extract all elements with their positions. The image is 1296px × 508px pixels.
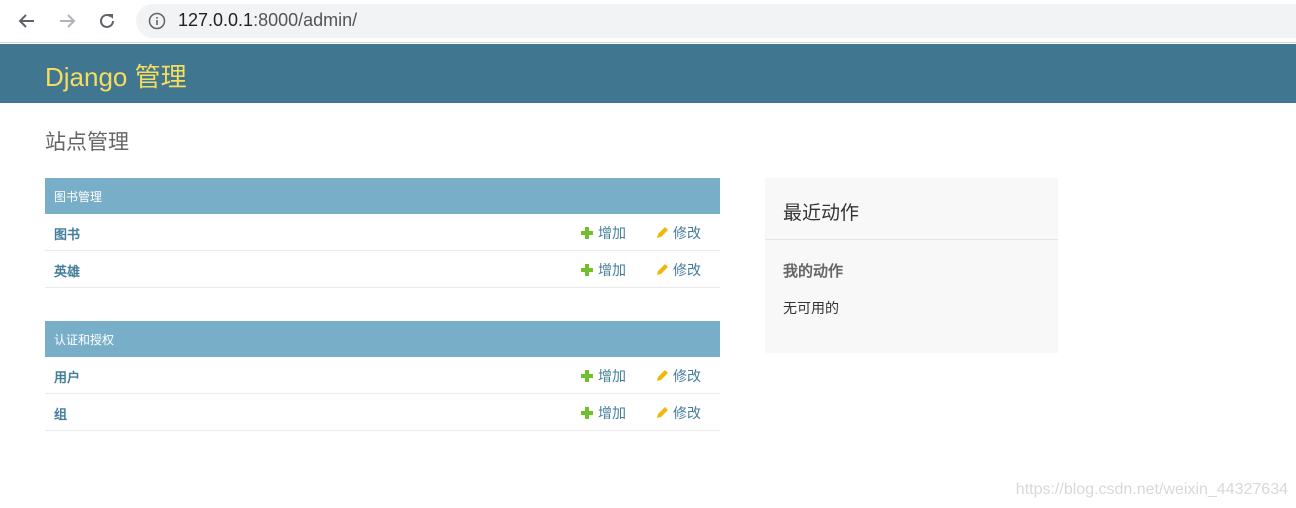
change-link[interactable]: 修改: [655, 403, 701, 423]
back-arrow-icon: [18, 14, 34, 28]
model-link[interactable]: 用户: [54, 367, 80, 386]
change-link[interactable]: 修改: [655, 223, 701, 243]
add-link[interactable]: 增加: [580, 260, 626, 280]
pencil-icon: [657, 370, 668, 381]
info-icon[interactable]: [148, 12, 166, 30]
watermark: https://blog.csdn.net/weixin_44327634: [1015, 481, 1288, 498]
admin-header: Django 管理: [0, 44, 1296, 103]
pencil-icon: [657, 264, 668, 275]
add-label: 增加: [598, 263, 626, 279]
address-bar[interactable]: 127.0.0.1:8000/admin/: [136, 4, 1296, 38]
change-label: 修改: [673, 406, 701, 422]
change-label: 修改: [673, 226, 701, 242]
plus-icon: [581, 407, 593, 419]
add-link[interactable]: 增加: [580, 403, 626, 423]
no-actions-text: 无可用的: [783, 301, 839, 317]
app-module-auth: 认证和授权 用户 增加 修改 组 增加 修改: [45, 321, 720, 431]
model-row: 图书 增加 修改: [45, 214, 720, 251]
model-row: 组 增加 修改: [45, 394, 720, 431]
plus-icon: [581, 264, 593, 276]
reload-icon: [100, 13, 114, 28]
add-label: 增加: [598, 369, 626, 385]
add-link[interactable]: 增加: [580, 366, 626, 386]
add-link[interactable]: 增加: [580, 223, 626, 243]
change-label: 修改: [673, 263, 701, 279]
plus-icon: [581, 370, 593, 382]
url-path: :8000/admin/: [253, 10, 358, 30]
plus-icon: [581, 227, 593, 239]
recent-actions-panel: 最近动作 我的动作 无可用的: [765, 178, 1058, 353]
module-caption[interactable]: 图书管理: [45, 178, 720, 214]
back-button[interactable]: [14, 8, 40, 34]
url-text: 127.0.0.1:8000/admin/: [178, 10, 357, 31]
add-label: 增加: [598, 226, 626, 242]
change-label: 修改: [673, 369, 701, 385]
change-link[interactable]: 修改: [655, 366, 701, 386]
recent-actions-title: 最近动作: [765, 178, 1058, 240]
model-link[interactable]: 图书: [54, 224, 80, 243]
reload-button[interactable]: [94, 8, 120, 34]
url-host: 127.0.0.1: [178, 10, 254, 30]
model-row: 用户 增加 修改: [45, 357, 720, 394]
app-module-books: 图书管理 图书 增加 修改 英雄 增加 修改: [45, 178, 720, 288]
pencil-icon: [657, 227, 668, 238]
model-link[interactable]: 英雄: [54, 261, 80, 280]
change-link[interactable]: 修改: [655, 260, 701, 280]
forward-button[interactable]: [54, 8, 80, 34]
site-branding[interactable]: Django 管理: [45, 57, 187, 94]
pencil-icon: [657, 407, 668, 418]
my-actions-heading: 我的动作: [783, 262, 844, 280]
model-row: 英雄 增加 修改: [45, 251, 720, 288]
browser-toolbar: 127.0.0.1:8000/admin/: [0, 0, 1296, 43]
page-title: 站点管理: [45, 130, 129, 154]
model-link[interactable]: 组: [54, 404, 67, 423]
module-caption[interactable]: 认证和授权: [45, 321, 720, 357]
add-label: 增加: [598, 406, 626, 422]
forward-arrow-icon: [60, 14, 76, 28]
